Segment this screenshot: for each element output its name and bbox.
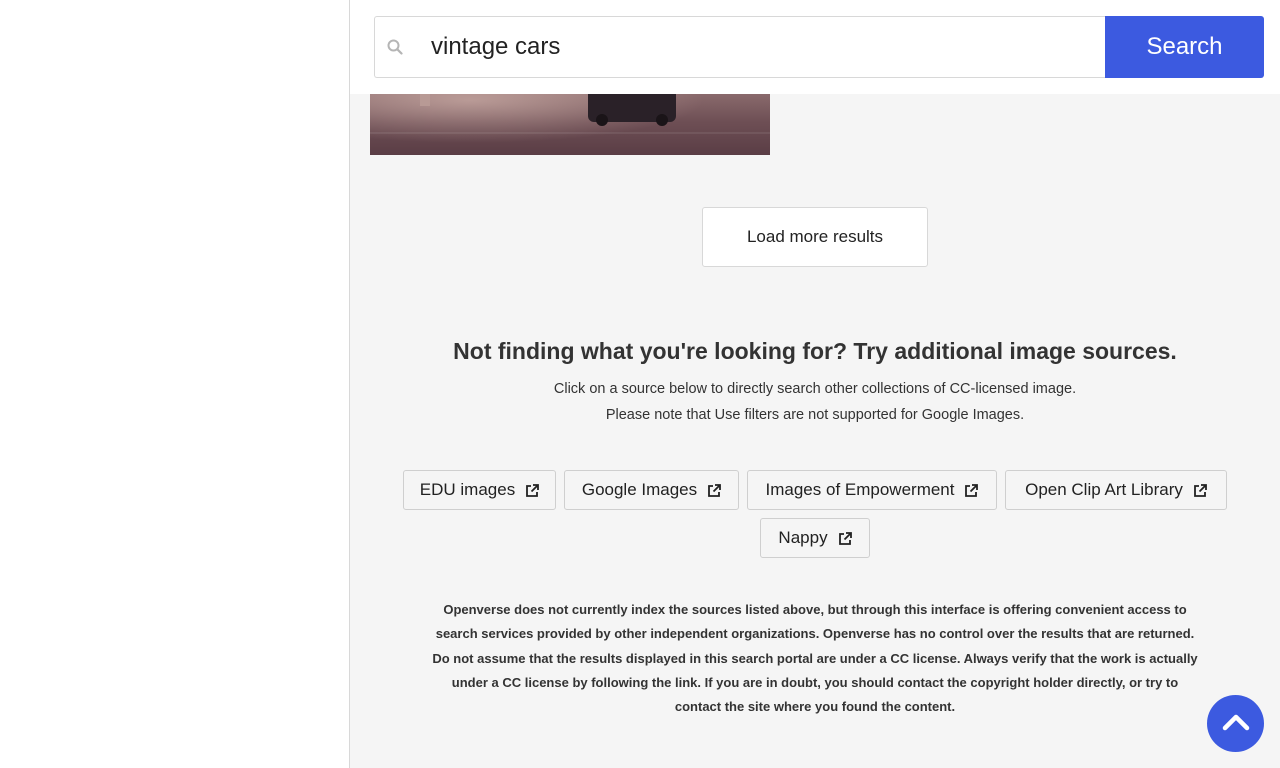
load-more-button[interactable]: Load more results [702,207,928,267]
source-button-label: Nappy [778,528,828,547]
source-button-open-clip-art-library[interactable]: Open Clip Art Library [1005,470,1227,510]
source-button-edu-images[interactable]: EDU images [403,470,556,510]
search-header: Search [350,0,1280,94]
search-box[interactable] [374,16,1105,78]
source-button-label: Images of Empowerment [765,480,955,499]
sources-disclaimer: Openverse does not currently index the s… [432,602,1198,715]
main-content: Search Load more results Not finding wha… [350,0,1280,768]
page: Search Load more results Not finding wha… [0,0,1280,768]
source-button-images-of-empowerment[interactable]: Images of Empowerment [747,470,997,510]
search-form: Search [374,16,1264,78]
external-link-icon [838,531,852,545]
search-button[interactable]: Search [1105,16,1264,78]
source-button-google-images[interactable]: Google Images [564,470,739,510]
external-link-icon [1193,483,1207,497]
search-icon [387,39,403,55]
external-link-icon [707,483,722,497]
source-button-label: EDU images [419,480,516,499]
source-button-nappy[interactable]: Nappy [760,518,870,558]
sidebar [0,0,350,768]
thumbnail-wheel [596,114,608,126]
additional-sources-note: Please note that Use filters are not sup… [605,407,1025,423]
thumbnail-figure [420,94,430,106]
external-link-icon [964,483,979,497]
scroll-to-top-button[interactable] [1207,695,1264,752]
search-input[interactable] [431,17,1091,77]
thumbnail-wheel [656,114,668,126]
chevron-up-icon [1222,713,1250,734]
thumbnail-shine [370,94,770,155]
additional-sources-description: Click on a source below to directly sear… [553,381,1077,397]
source-button-label: Google Images [581,480,698,499]
additional-sources-title: Not finding what you're looking for? Try… [453,338,1177,364]
result-image-thumbnail[interactable] [370,94,770,155]
thumbnail-stripe [370,132,770,134]
source-button-label: Open Clip Art Library [1025,480,1183,499]
external-link-icon [525,483,540,497]
